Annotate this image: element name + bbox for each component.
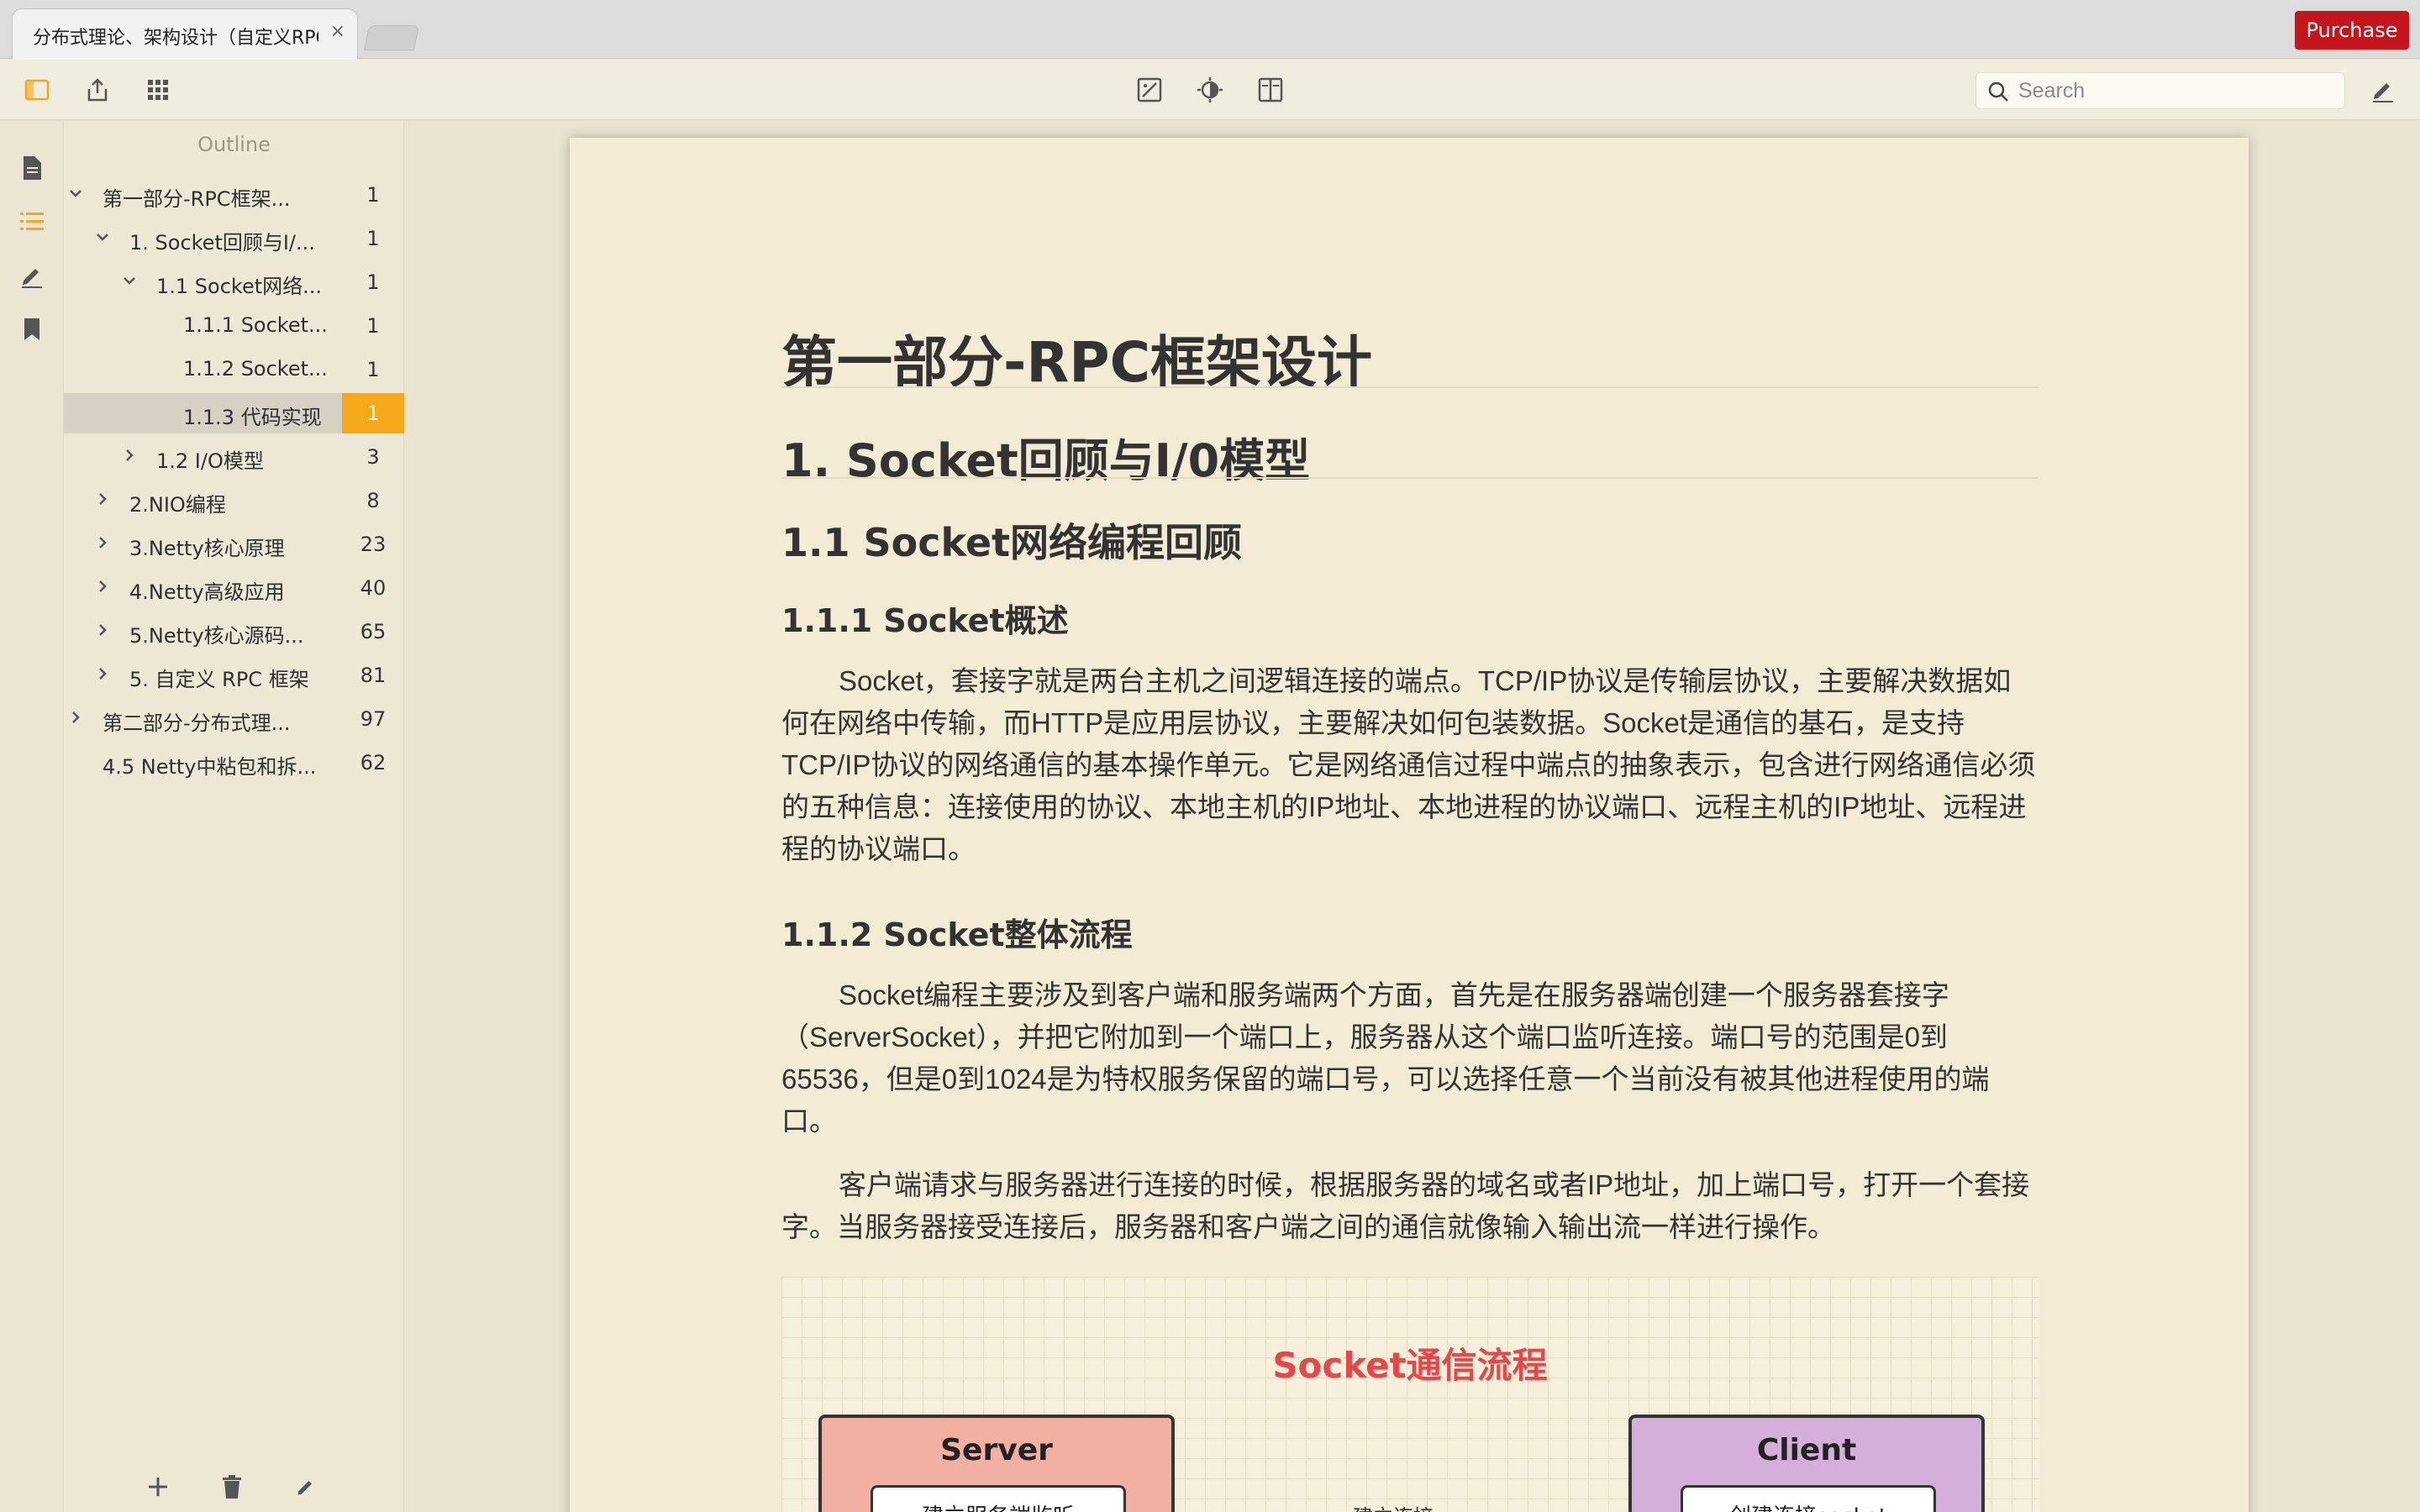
outline-item[interactable]: 4.Netty高级应用 40: [64, 568, 404, 608]
file-icon[interactable]: [15, 151, 49, 185]
heading-2-rule: [781, 477, 2039, 479]
editor-workspace: 第一部分-RPC框架设计 1. Socket回顾与I/0模型 1.1 Socke…: [405, 121, 2420, 1512]
outline-item-count: 3: [366, 445, 380, 469]
heading-2: 1. Socket回顾与I/0模型: [781, 434, 1311, 487]
chevron-right-icon[interactable]: [92, 489, 113, 509]
server-step: 建立服务端监听: [871, 1485, 1126, 1512]
outline-item-label: 1.1 Socket网络...: [156, 275, 323, 298]
toolbar: [0, 60, 2420, 120]
outline-item-label: 1.1.2 Socket...: [183, 357, 328, 381]
paragraph-socket-flow: Socket编程主要涉及到客户端和服务端两个方面，首先是在服务器端创建一个服务器…: [781, 979, 1990, 1137]
purchase-button[interactable]: Purchase: [2295, 11, 2409, 50]
outline-item-count: 1: [366, 183, 380, 207]
connect-label: 建立连接: [1353, 1500, 1434, 1512]
outline-item-count: 1: [366, 270, 380, 294]
outline-item-count: 62: [360, 751, 387, 774]
outline-item[interactable]: 3.Netty核心原理 23: [64, 524, 404, 564]
chevron-down-icon[interactable]: [119, 270, 139, 291]
chevron-right-icon[interactable]: [92, 664, 113, 684]
edit-icon[interactable]: [2366, 73, 2400, 107]
pencil-icon[interactable]: [15, 259, 49, 292]
new-tab-button[interactable]: [363, 25, 420, 50]
outline-item-count: 1: [342, 393, 404, 433]
tab-close-icon[interactable]: ×: [330, 21, 345, 42]
outline-item[interactable]: 1.1.2 Socket... 1: [64, 349, 404, 390]
share-icon[interactable]: [81, 73, 114, 107]
tab-document[interactable]: 分布式理论、架构设计（自定义RPC） ×: [12, 8, 358, 60]
outline-icon[interactable]: [15, 205, 49, 239]
trash-icon[interactable]: [215, 1470, 249, 1504]
chevron-right-icon[interactable]: [66, 707, 86, 727]
outline-item[interactable]: 2.NIO编程 8: [64, 480, 404, 521]
outline-item-label: 第一部分-RPC框架...: [103, 187, 291, 211]
paragraph-client-connection: 客户端请求与服务器进行连接的时候，根据服务器的域名或者IP地址，加上端口号，打开…: [781, 1169, 2030, 1242]
heading-4-flow: 1.1.2 Socket整体流程: [781, 916, 1133, 953]
search-icon: [1988, 81, 2008, 102]
heading-1-rule: [781, 386, 2039, 388]
search-input[interactable]: [2018, 78, 2329, 103]
outline-item-label: 1.2 I/O模型: [156, 449, 264, 473]
outline-item-label: 3.Netty核心原理: [129, 537, 285, 560]
outline-item-label: 1.1.1 Socket...: [183, 313, 328, 337]
outline-title: Outline: [197, 133, 271, 156]
outline-item[interactable]: 1. Socket回顾与I/... 1: [64, 218, 404, 259]
diagram-title: Socket通信流程: [1272, 1345, 1548, 1386]
tab-bar: 分布式理论、架构设计（自定义RPC） × Purchase: [0, 0, 2420, 60]
sidebar-toggle-icon[interactable]: [20, 73, 54, 107]
server-title: Server: [940, 1433, 1053, 1467]
theme-icon[interactable]: [1193, 73, 1227, 107]
outline-item-label: 第二部分-分布式理...: [103, 711, 291, 735]
chevron-right-icon[interactable]: [92, 533, 113, 553]
outline-item-label: 4.Netty高级应用: [129, 580, 285, 604]
outline-item[interactable]: 1.1.3 代码实现 1: [64, 393, 404, 433]
socket-flow-diagram: Socket通信流程 Server 建立服务端监听 建立连接 Client 创建…: [781, 1277, 2039, 1512]
bookmark-icon[interactable]: [15, 312, 49, 346]
outline-item-count: 40: [360, 576, 387, 600]
add-icon[interactable]: [141, 1470, 175, 1504]
grid-icon[interactable]: [141, 73, 175, 107]
outline-item-count: 8: [366, 489, 380, 512]
heading-4-overview: 1.1.1 Socket概述: [781, 602, 1069, 639]
client-step: 创建连接socket: [1681, 1485, 1936, 1512]
outline-item-label: 5. 自定义 RPC 框架: [129, 668, 309, 691]
document-page[interactable]: 第一部分-RPC框架设计 1. Socket回顾与I/0模型 1.1 Socke…: [570, 138, 2249, 1512]
layout-icon[interactable]: [1254, 73, 1287, 107]
outline-item[interactable]: 1.1.1 Socket... 1: [64, 306, 404, 346]
client-box: Client 创建连接socket: [1628, 1415, 1985, 1512]
outline-item-count: 23: [360, 533, 387, 556]
outline-item[interactable]: 5. 自定义 RPC 框架 81: [64, 655, 404, 696]
outline-item-label: 4.5 Netty中粘包和拆...: [103, 755, 317, 779]
heading-3: 1.1 Socket网络编程回顾: [781, 520, 1243, 565]
outline-item-label: 1.1.3 代码实现: [183, 406, 322, 429]
chevron-right-icon[interactable]: [119, 445, 139, 465]
rename-icon[interactable]: [289, 1470, 323, 1504]
outline-item[interactable]: 5.Netty核心源码... 65: [64, 612, 404, 652]
outline-item-count: 1: [366, 227, 380, 250]
chevron-down-icon[interactable]: [66, 183, 86, 203]
outline-item-count: 65: [360, 620, 387, 643]
outline-item-label: 2.NIO编程: [129, 493, 226, 517]
outline-item-label: 1. Socket回顾与I/...: [129, 231, 315, 255]
paragraph-socket-overview: Socket，套接字就是两台主机之间逻辑连接的端点。TCP/IP协议是传输层协议…: [781, 665, 2036, 864]
outline-item-count: 1: [366, 314, 380, 338]
tab-title: 分布式理论、架构设计（自定义RPC）: [33, 28, 318, 49]
outline-item[interactable]: 1.1 Socket网络... 1: [64, 262, 404, 302]
server-box: Server 建立服务端监听: [818, 1415, 1175, 1512]
outline-item-count: 1: [366, 358, 380, 381]
outline-item-count: 81: [360, 664, 387, 687]
outline-item-count: 97: [360, 707, 387, 731]
outline-panel: Outline 第一部分-RPC框架... 1 1. Socket回顾与I/... 1…: [64, 121, 404, 1512]
outline-item[interactable]: 第一部分-RPC框架... 1: [64, 175, 404, 215]
outline-item-label: 5.Netty核心源码...: [129, 624, 304, 648]
outline-item[interactable]: 第二部分-分布式理... 97: [64, 699, 404, 739]
search-box[interactable]: [1975, 72, 2345, 109]
left-rail: [0, 121, 64, 1512]
chevron-down-icon[interactable]: [92, 227, 113, 247]
chevron-right-icon[interactable]: [92, 620, 113, 640]
chevron-right-icon[interactable]: [92, 576, 113, 596]
image-icon[interactable]: [1133, 73, 1166, 107]
outline-item[interactable]: 1.2 I/O模型 3: [64, 437, 404, 477]
outline-item[interactable]: 4.5 Netty中粘包和拆... 62: [64, 743, 404, 783]
client-title: Client: [1756, 1433, 1857, 1467]
